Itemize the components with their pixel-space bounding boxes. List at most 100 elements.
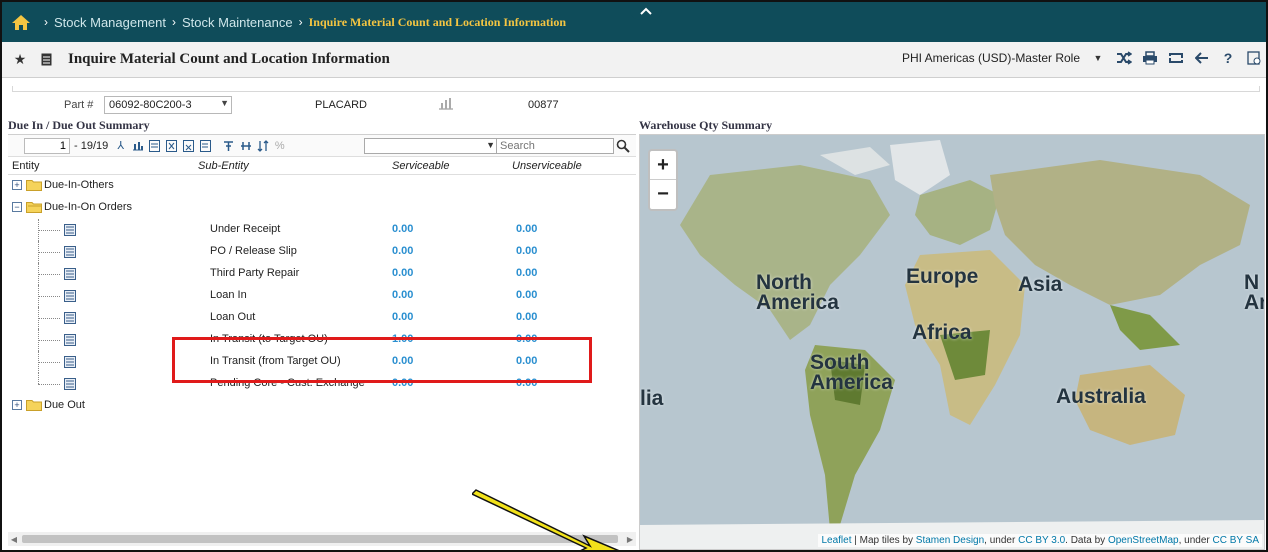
part-header: Part # 06092-80C200-3 ▼ PLACARD 00877 xyxy=(2,96,642,116)
page-number-input[interactable] xyxy=(24,137,70,154)
serviceable-cell[interactable]: 0.00 xyxy=(392,245,413,257)
print-icon[interactable] xyxy=(1142,50,1158,66)
sub-entity-cell: PO / Release Slip xyxy=(210,245,297,257)
record-icon[interactable] xyxy=(64,268,76,280)
table-row[interactable]: Loan In 0.00 0.00 xyxy=(8,285,636,307)
collapse-icon[interactable]: − xyxy=(12,202,22,212)
record-icon[interactable] xyxy=(64,356,76,368)
refresh-icon[interactable] xyxy=(1168,50,1184,66)
folder-icon xyxy=(26,399,42,411)
serviceable-cell[interactable]: 0.00 xyxy=(392,267,413,279)
unserviceable-cell[interactable]: 0.00 xyxy=(516,267,537,279)
column-serviceable[interactable]: Serviceable xyxy=(392,160,449,172)
dropdown-arrow-icon[interactable]: ▼ xyxy=(220,98,229,108)
tree-group-row[interactable]: − Due-In-On Orders xyxy=(8,197,636,219)
role-selector[interactable]: PHI Americas (USD)-Master Role xyxy=(902,51,1080,65)
cc-by-link[interactable]: CC BY 3.0 xyxy=(1018,535,1065,546)
bar-chart-icon[interactable] xyxy=(131,139,144,152)
breadcrumb-stock-maintenance[interactable]: Stock Maintenance xyxy=(182,15,293,30)
pin-icon[interactable] xyxy=(222,139,235,152)
unserviceable-cell[interactable]: 0.00 xyxy=(516,245,537,257)
scroll-left-icon[interactable]: ◀ xyxy=(8,532,20,546)
list-icon[interactable] xyxy=(148,139,161,152)
attribution-text: , under xyxy=(1178,535,1213,546)
record-icon[interactable] xyxy=(64,312,76,324)
search-input[interactable] xyxy=(496,138,614,154)
expand-icon[interactable]: + xyxy=(12,180,22,190)
tree-group-label: Due-In-On Orders xyxy=(44,201,133,213)
part-number-select[interactable]: 06092-80C200-3 ▼ xyxy=(104,96,232,114)
record-icon[interactable] xyxy=(64,246,76,258)
breadcrumb-separator-icon: › xyxy=(298,15,303,29)
person-icon[interactable]: ⅄ xyxy=(114,139,127,152)
record-icon[interactable] xyxy=(64,290,76,302)
settings-page-icon[interactable] xyxy=(1246,50,1262,66)
copy-icon[interactable] xyxy=(199,139,212,152)
chevron-up-icon xyxy=(640,7,652,15)
page-title: Inquire Material Count and Location Info… xyxy=(68,51,390,67)
unserviceable-cell[interactable]: 0.00 xyxy=(516,311,537,323)
highlight-box xyxy=(172,337,592,383)
tree-group-label: Due Out xyxy=(44,399,85,411)
tree-group-row[interactable]: + Due Out xyxy=(8,395,636,417)
percent-icon[interactable]: % xyxy=(273,139,286,152)
serviceable-cell[interactable]: 0.00 xyxy=(392,223,413,235)
grid-header: Entity Sub-Entity Serviceable Unservicea… xyxy=(8,157,636,175)
breadcrumb-separator-icon: › xyxy=(172,15,177,29)
table-row[interactable]: Loan Out 0.00 0.00 xyxy=(8,307,636,329)
search-icon[interactable] xyxy=(614,138,632,154)
folder-icon xyxy=(26,179,42,191)
column-sub-entity[interactable]: Sub-Entity xyxy=(198,160,249,172)
clear-icon[interactable] xyxy=(182,139,195,152)
serviceable-cell[interactable]: 0.00 xyxy=(392,311,413,323)
part-label: Part # xyxy=(64,99,94,111)
filter-select[interactable]: ▼ xyxy=(364,138,498,154)
tree-group-row[interactable]: + Due-In-Others xyxy=(8,175,636,197)
map-label-edge-left: lia xyxy=(640,387,664,410)
star-icon[interactable]: ★ xyxy=(12,51,28,68)
attribution-text: . Data by xyxy=(1065,535,1108,546)
map-label-edge-right: N Am xyxy=(1244,273,1264,313)
cc-by-sa-link[interactable]: CC BY SA xyxy=(1213,535,1260,546)
sort-icon[interactable] xyxy=(256,139,269,152)
dropdown-arrow-icon[interactable]: ▼ xyxy=(1090,50,1106,66)
back-arrow-icon[interactable] xyxy=(1194,50,1210,66)
zoom-out-button[interactable]: − xyxy=(650,180,676,209)
tree-connector xyxy=(38,340,60,341)
record-icon[interactable] xyxy=(64,334,76,346)
dropdown-arrow-icon[interactable]: ▼ xyxy=(486,140,495,150)
record-icon[interactable] xyxy=(64,378,76,390)
zoom-control: + − xyxy=(648,149,678,211)
breadcrumb-stock-management[interactable]: Stock Management xyxy=(54,15,166,30)
tree-connector xyxy=(38,252,60,253)
breadcrumb-current: Inquire Material Count and Location Info… xyxy=(308,14,567,29)
excel-export-icon[interactable] xyxy=(165,139,178,152)
column-entity[interactable]: Entity xyxy=(12,160,40,172)
leaflet-link[interactable]: Leaflet xyxy=(821,535,851,546)
table-row[interactable]: Third Party Repair 0.00 0.00 xyxy=(8,263,636,285)
osm-link[interactable]: OpenStreetMap xyxy=(1108,535,1179,546)
title-bar: ★ Inquire Material Count and Location In… xyxy=(2,42,1266,78)
map-label-africa: Africa xyxy=(912,321,972,344)
document-icon[interactable] xyxy=(38,52,54,68)
warehouse-map[interactable]: + − North America Europe Asia Africa Sou… xyxy=(639,134,1265,550)
table-row[interactable]: Under Receipt 0.00 0.00 xyxy=(8,219,636,241)
callout-arrow-icon xyxy=(472,489,620,550)
unserviceable-cell[interactable]: 0.00 xyxy=(516,223,537,235)
zoom-in-button[interactable]: + xyxy=(650,151,676,180)
attribution-text: | Map tiles by xyxy=(851,535,916,546)
expand-icon[interactable]: + xyxy=(12,400,22,410)
column-unserviceable[interactable]: Unserviceable xyxy=(512,160,582,172)
stamen-link[interactable]: Stamen Design xyxy=(916,535,984,546)
collapse-header-button[interactable] xyxy=(630,2,662,20)
help-icon[interactable]: ? xyxy=(1220,50,1236,66)
freeze-column-icon[interactable] xyxy=(239,139,252,152)
unserviceable-cell[interactable]: 0.00 xyxy=(516,289,537,301)
shuffle-icon[interactable] xyxy=(1116,50,1132,66)
home-icon[interactable] xyxy=(10,13,32,31)
map-attribution: Leaflet | Map tiles by Stamen Design , un… xyxy=(818,534,1262,547)
record-icon[interactable] xyxy=(64,224,76,236)
serviceable-cell[interactable]: 0.00 xyxy=(392,289,413,301)
chart-icon[interactable] xyxy=(438,96,454,110)
table-row[interactable]: PO / Release Slip 0.00 0.00 xyxy=(8,241,636,263)
